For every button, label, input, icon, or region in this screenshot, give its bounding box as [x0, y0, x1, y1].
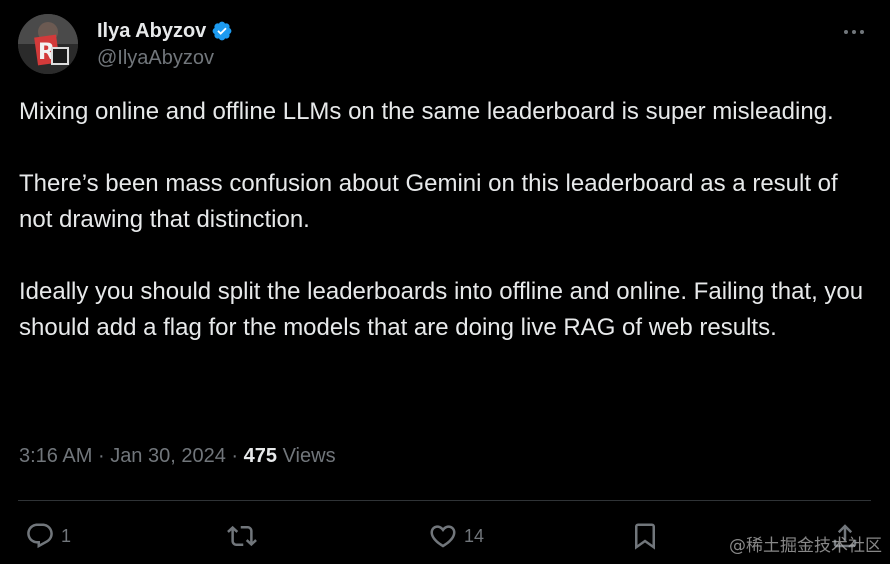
retweet-button[interactable] [227, 520, 263, 552]
display-name[interactable]: Ilya Abyzov [97, 20, 206, 43]
views-count[interactable]: 475 [244, 445, 277, 467]
meta-separator: · [231, 445, 239, 467]
reply-button[interactable]: 1 [25, 520, 71, 552]
avatar-image: R [18, 14, 78, 74]
tweet-text: Mixing online and offline LLMs on the sa… [19, 94, 869, 346]
reply-count: 1 [61, 525, 72, 546]
like-button[interactable]: 14 [428, 520, 484, 552]
heart-icon [430, 525, 456, 548]
bookmark-button[interactable] [630, 520, 660, 552]
tweet-header: R Ilya Abyzov @IlyaAbyzov [18, 14, 872, 76]
like-count: 14 [464, 525, 485, 546]
retweet-icon [227, 525, 257, 547]
watermark: @稀土掘金技术社区 [729, 536, 882, 556]
tweet-meta: 3:16 AM · Jan 30, 2024 · 475 Views [19, 445, 336, 468]
tweet-time[interactable]: 3:16 AM [19, 445, 92, 467]
bookmark-icon [635, 523, 655, 550]
avatar[interactable]: R [18, 14, 78, 74]
handle[interactable]: @IlyaAbyzov [97, 47, 233, 70]
reply-icon [27, 523, 53, 549]
divider [18, 500, 871, 501]
tweet-paragraph: Mixing online and offline LLMs on the sa… [19, 98, 834, 125]
tweet-paragraph: Ideally you should split the leaderboard… [19, 278, 864, 341]
tweet-paragraph: There’s been mass confusion about Gemini… [19, 170, 838, 233]
views-label[interactable]: Views [283, 445, 336, 467]
tweet-date[interactable]: Jan 30, 2024 [110, 445, 226, 467]
verified-badge-icon [211, 20, 233, 42]
meta-separator: · [97, 445, 105, 467]
more-horizontal-icon[interactable] [842, 20, 866, 44]
